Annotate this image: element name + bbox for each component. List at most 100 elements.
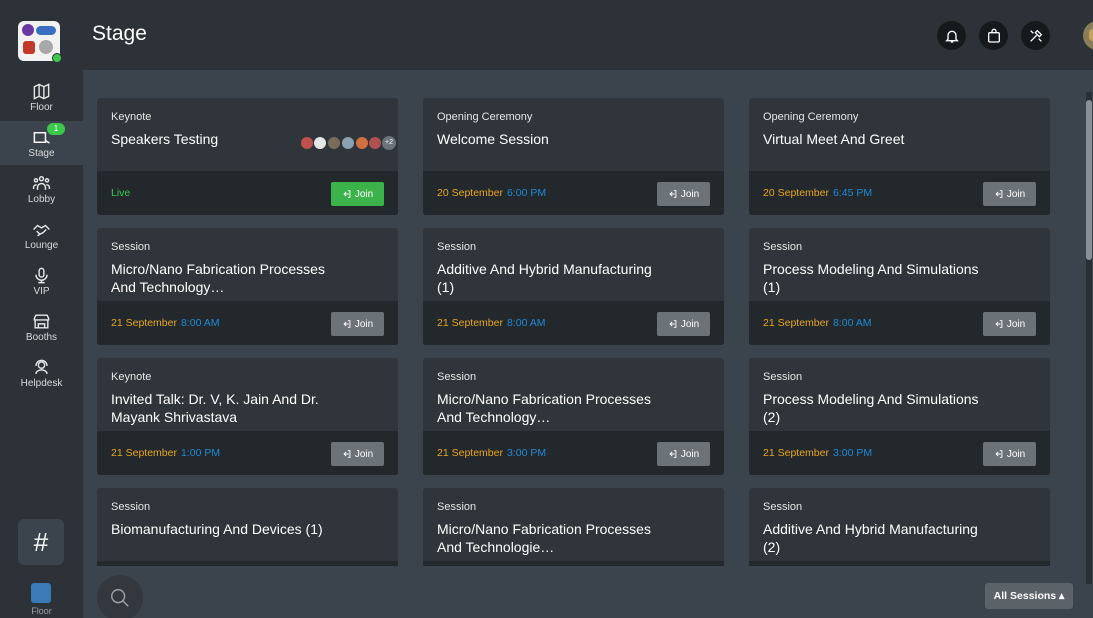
tools-button[interactable]	[1021, 21, 1050, 50]
session-date-text: 20 September	[437, 187, 503, 199]
session-date-text: 20 September	[763, 187, 829, 199]
sidebar: Floor 1 Stage Lobby Lounge VIP Booths He…	[0, 0, 83, 618]
sidebar-item-booths[interactable]: Booths	[0, 305, 83, 349]
session-time: 6:00 PM	[506, 187, 547, 199]
session-date: 20 September 6:00 PM	[437, 187, 546, 199]
join-button[interactable]: Join	[983, 442, 1036, 466]
session-title: Process Modeling And Simulations (1)	[763, 261, 979, 295]
session-time: 8:00 AM	[180, 317, 220, 329]
session-date: 21 September 3:00 PM	[763, 447, 872, 459]
speaker-avatar	[368, 136, 382, 150]
join-button[interactable]: Join	[983, 182, 1036, 206]
session-title: Micro/Nano Fabrication Processes And Tec…	[111, 261, 325, 295]
session-date: 21 September 3:00 PM	[437, 447, 546, 459]
speaker-avatar	[341, 136, 355, 150]
session-category: Session	[437, 371, 477, 383]
join-label: Join	[680, 448, 700, 460]
sidebar-item-lounge[interactable]: Lounge	[0, 213, 83, 257]
session-date: 21 September 8:00 AM	[763, 317, 872, 329]
sidebar-item-label: Lobby	[27, 193, 56, 205]
session-title: Micro/Nano Fabrication Processes And Tec…	[437, 391, 651, 425]
join-button[interactable]: Join	[331, 182, 384, 206]
bag-button[interactable]	[979, 21, 1008, 50]
join-icon	[995, 450, 1003, 458]
sidebar-item-label: Lounge	[24, 239, 59, 251]
sidebar-item-lobby[interactable]: Lobby	[0, 167, 83, 211]
sidebar-item-label: Stage	[28, 147, 55, 159]
session-category: Opening Ceremony	[763, 111, 859, 123]
join-button[interactable]: Join	[657, 182, 710, 206]
session-category: Session	[111, 241, 151, 253]
session-category: Session	[437, 501, 477, 513]
user-avatar[interactable]	[1083, 21, 1093, 50]
app-root: Floor 1 Stage Lobby Lounge VIP Booths He…	[0, 0, 1093, 618]
map-icon	[33, 82, 50, 100]
join-button[interactable]: Join	[657, 442, 710, 466]
floor-thumbnail-label: Floor	[31, 606, 52, 616]
session-date: 21 September 8:00 AM	[111, 317, 220, 329]
sidebar-item-stage[interactable]: 1 Stage	[0, 121, 83, 165]
join-icon	[343, 320, 351, 328]
bell-icon	[944, 30, 959, 43]
session-title: Additive And Hybrid Manufacturing (2)	[763, 521, 978, 555]
session-date-text: 21 September	[111, 317, 177, 329]
join-label: Join	[680, 318, 700, 330]
notifications-button[interactable]	[937, 21, 966, 50]
speaker-avatar	[313, 136, 327, 150]
join-button[interactable]: Join	[331, 312, 384, 336]
session-title: Welcome Session	[437, 131, 549, 147]
session-date-text: 21 September	[111, 447, 177, 459]
session-title: Micro/Nano Fabrication Processes And Tec…	[437, 521, 651, 555]
session-card[interactable]: Session Micro/Nano Fabrication Processes…	[97, 228, 398, 345]
sidebar-item-label: Booths	[25, 331, 58, 343]
header: Stage	[83, 0, 1093, 70]
sidebar-item-label: Helpdesk	[20, 377, 63, 389]
session-time: 8:00 AM	[832, 317, 872, 329]
session-title: Additive And Hybrid Manufacturing (1)	[437, 261, 652, 295]
session-time: 6:45 PM	[832, 187, 873, 199]
people-icon	[32, 175, 51, 190]
floor-thumbnail-icon[interactable]	[31, 583, 51, 603]
session-date: 20 September 6:45 PM	[763, 187, 872, 199]
session-category: Session	[763, 501, 803, 513]
speaker-avatars: +2	[300, 136, 396, 152]
join-label: Join	[680, 188, 700, 200]
sidebar-item-vip[interactable]: VIP	[0, 259, 83, 303]
scrollbar-thumb[interactable]	[1086, 100, 1092, 260]
page-title: Stage	[92, 22, 147, 45]
online-status-dot	[52, 53, 62, 63]
session-category: Keynote	[111, 111, 152, 123]
session-category: Keynote	[111, 371, 152, 383]
session-card[interactable]: Session Micro/Nano Fabrication Processes…	[423, 358, 724, 475]
speaker-avatar	[300, 136, 314, 150]
microphone-icon	[35, 267, 48, 283]
session-date: 21 September 1:00 PM	[111, 447, 220, 459]
join-label: Join	[1006, 188, 1026, 200]
handshake-icon	[33, 224, 50, 236]
session-card[interactable]: Opening Ceremony Welcome Session 20 Sept…	[423, 98, 724, 215]
session-category: Session	[763, 241, 803, 253]
session-card[interactable]: Opening Ceremony Virtual Meet And Greet …	[749, 98, 1050, 215]
join-icon	[669, 190, 677, 198]
session-date-text: 21 September	[763, 447, 829, 459]
session-date: 21 September 8:00 AM	[437, 317, 546, 329]
all-sessions-filter[interactable]: All Sessions ▴	[985, 583, 1073, 609]
speaker-avatar	[355, 136, 369, 150]
session-card[interactable]: Session Process Modeling And Simulations…	[749, 358, 1050, 475]
session-card[interactable]: Session Additive And Hybrid Manufacturin…	[423, 228, 724, 345]
sidebar-item-helpdesk[interactable]: Helpdesk	[0, 351, 83, 395]
session-card[interactable]: Session Process Modeling And Simulations…	[749, 228, 1050, 345]
join-icon	[995, 190, 1003, 198]
join-button[interactable]: Join	[983, 312, 1036, 336]
session-card[interactable]: Keynote Invited Talk: Dr. V, K. Jain And…	[97, 358, 398, 475]
sidebar-item-floor[interactable]: Floor	[0, 75, 83, 119]
join-icon	[343, 450, 351, 458]
hashtag-button[interactable]: #	[18, 519, 64, 565]
join-button[interactable]: Join	[331, 442, 384, 466]
session-card[interactable]: Keynote Speakers Testing +2 Live Join	[97, 98, 398, 215]
session-category: Session	[437, 241, 477, 253]
session-time: 8:00 AM	[506, 317, 546, 329]
session-date-text: 21 September	[437, 447, 503, 459]
join-button[interactable]: Join	[657, 312, 710, 336]
search-button[interactable]	[97, 575, 143, 618]
